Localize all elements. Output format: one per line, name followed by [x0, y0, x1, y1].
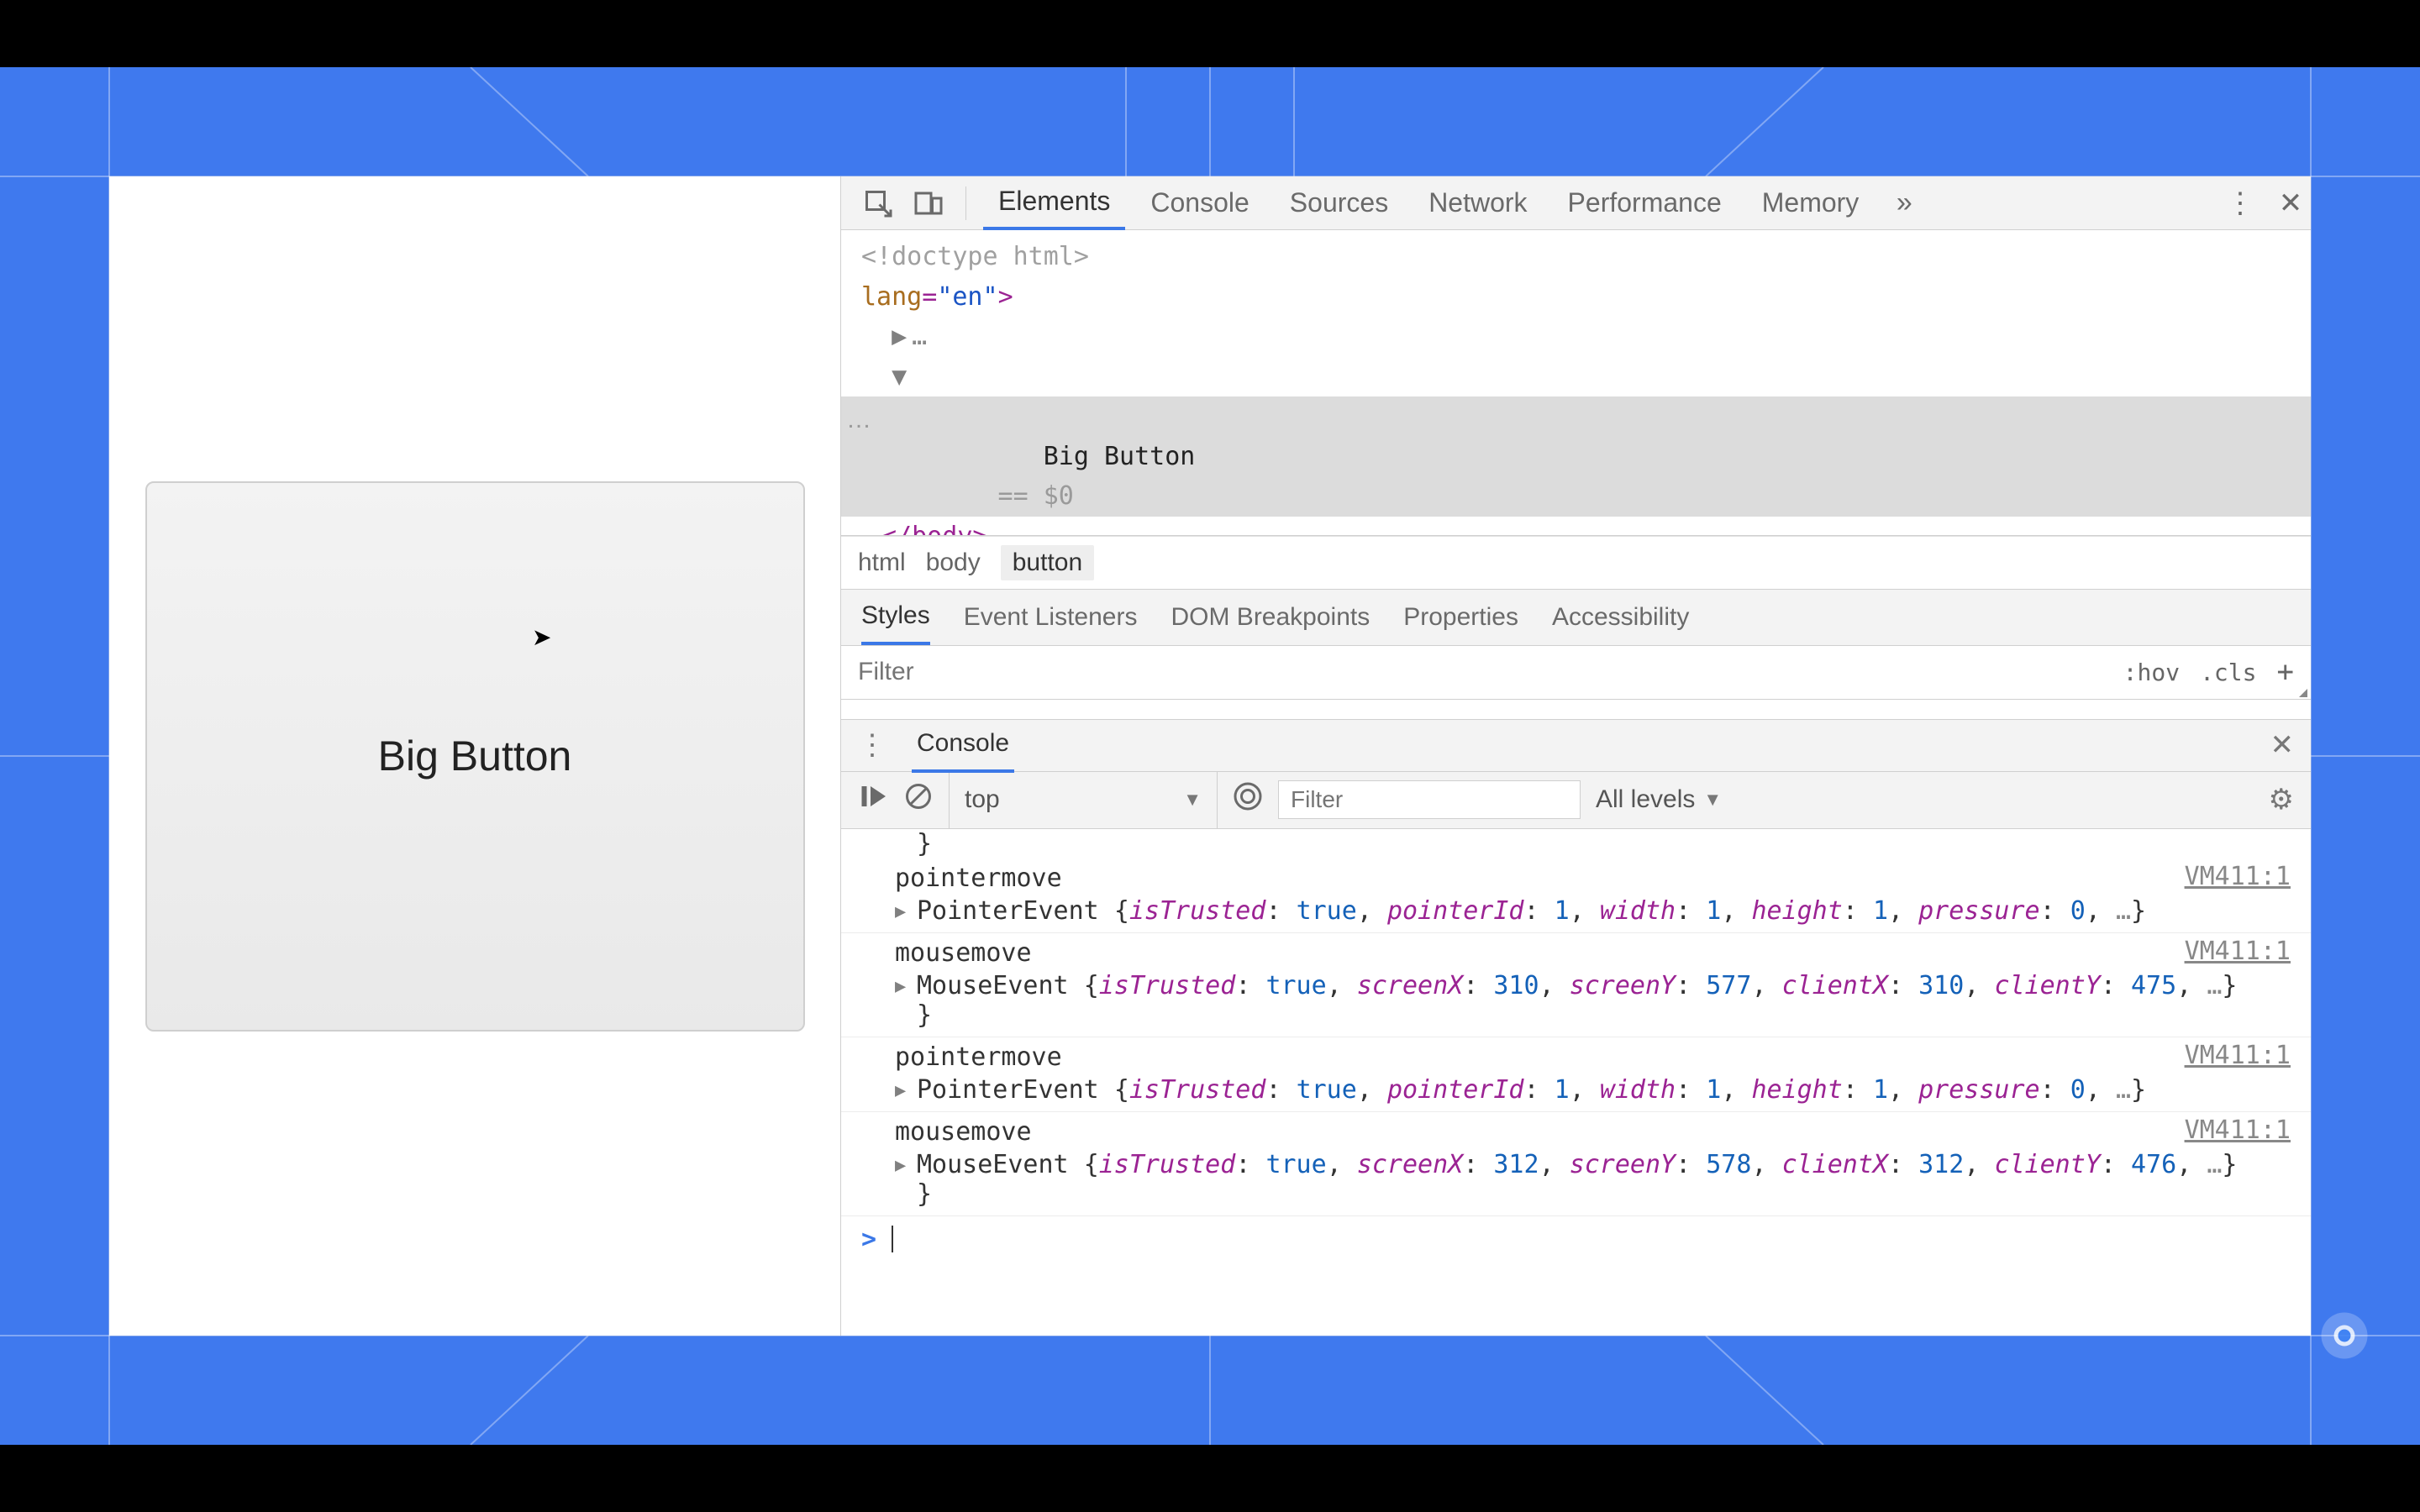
- styles-filter-row: :hov .cls +: [841, 646, 2311, 700]
- log-event-name: pointermove: [895, 1039, 2294, 1075]
- log-trailing-brace: }: [841, 829, 2311, 858]
- tab-console[interactable]: Console: [1135, 177, 1264, 228]
- drawer-tab-console[interactable]: Console: [912, 717, 1014, 773]
- drawer-kebab-icon[interactable]: ⋮: [858, 728, 886, 762]
- subtab-properties[interactable]: Properties: [1403, 603, 1518, 643]
- log-source-link[interactable]: VM411:1: [2185, 937, 2291, 966]
- log-levels-label: All levels: [1596, 785, 1695, 814]
- log-entry: pointermove VM411:1 ▶ PointerEvent {isTru…: [841, 858, 2311, 933]
- cls-toggle[interactable]: .cls: [2200, 659, 2256, 686]
- big-button-label: Big Button: [378, 732, 572, 780]
- subtab-dom-breakpoints[interactable]: DOM Breakpoints: [1171, 603, 1370, 643]
- log-source-link[interactable]: VM411:1: [2185, 862, 2291, 891]
- kebab-menu-icon[interactable]: ⋮: [2220, 183, 2260, 223]
- tab-network[interactable]: Network: [1413, 177, 1542, 228]
- text-caret: [892, 1226, 893, 1252]
- tab-elements[interactable]: Elements: [983, 176, 1125, 230]
- more-tabs-icon[interactable]: »: [1884, 183, 1924, 223]
- dom-html-open: lang="en">: [861, 282, 1013, 312]
- drawer-close-icon[interactable]: ✕: [2270, 728, 2295, 762]
- crumb-button[interactable]: button: [1001, 545, 1094, 580]
- chrome-logo-icon: [2319, 1310, 2370, 1361]
- log-class: PointerEvent: [917, 896, 1099, 926]
- styles-filter-input[interactable]: [858, 658, 1863, 686]
- hov-toggle[interactable]: :hov: [2123, 659, 2180, 686]
- dom-doctype: <!doctype html>: [861, 242, 1089, 271]
- live-expression-icon[interactable]: [1233, 781, 1263, 818]
- log-event-name: mousemove: [895, 1114, 2294, 1150]
- log-class: MouseEvent: [917, 1150, 1069, 1179]
- context-value: top: [965, 785, 1000, 814]
- device-toolbar-icon[interactable]: [908, 183, 949, 223]
- dom-eq0: == $0: [983, 481, 1074, 511]
- chevron-down-icon: ▼: [1703, 789, 1722, 811]
- big-button[interactable]: Big Button: [145, 481, 805, 1032]
- log-props: {isTrusted: true, pointerId: 1, width: 1…: [1114, 896, 2146, 926]
- devtools-tabstrip: Elements Console Sources Network Perform…: [841, 176, 2311, 230]
- inspect-element-icon[interactable]: [858, 183, 898, 223]
- tab-memory[interactable]: Memory: [1747, 177, 1875, 228]
- log-entry: pointermove VM411:1 ▶ PointerEvent {isTru…: [841, 1037, 2311, 1112]
- disclosure-triangle-icon[interactable]: ▶: [895, 1080, 906, 1101]
- tab-performance[interactable]: Performance: [1553, 177, 1737, 228]
- disclosure-triangle-icon[interactable]: ▶: [895, 1155, 906, 1176]
- devtools-window: Big Button ➤ Elements Console Sources Ne…: [109, 176, 2311, 1336]
- subtab-accessibility[interactable]: Accessibility: [1552, 603, 1689, 643]
- page-viewport: Big Button ➤: [109, 176, 840, 1336]
- console-settings-icon[interactable]: ⚙: [2269, 783, 2294, 816]
- devtools-panel: Elements Console Sources Network Perform…: [840, 176, 2311, 1336]
- log-levels-selector[interactable]: All levels ▼: [1596, 785, 1722, 814]
- log-entry: mousemove VM411:1 ▶ MouseEvent {isTrusted…: [841, 933, 2311, 1037]
- subtab-event-listeners[interactable]: Event Listeners: [964, 603, 1138, 643]
- log-source-link[interactable]: VM411:1: [2185, 1116, 2291, 1145]
- crumb-body[interactable]: body: [926, 549, 981, 577]
- context-selector[interactable]: top ▼: [949, 772, 1218, 828]
- log-event-name: mousemove: [895, 935, 2294, 971]
- console-log[interactable]: } pointermove VM411:1 ▶ PointerEvent {isT…: [841, 829, 2311, 1336]
- dom-head: …: [912, 322, 927, 351]
- new-style-rule-icon[interactable]: +: [2277, 655, 2294, 689]
- execution-step-icon[interactable]: [858, 781, 888, 818]
- log-entry: mousemove VM411:1 ▶ MouseEvent {isTrusted…: [841, 1112, 2311, 1216]
- disclosure-triangle-icon[interactable]: ▶: [895, 901, 906, 922]
- resize-corner-icon[interactable]: [2299, 689, 2307, 697]
- log-class: MouseEvent: [917, 971, 1069, 1000]
- styles-body: [841, 700, 2311, 720]
- clear-console-icon[interactable]: [903, 781, 934, 818]
- crumb-html[interactable]: html: [858, 549, 906, 577]
- subtab-styles[interactable]: Styles: [861, 601, 930, 645]
- log-class: PointerEvent: [917, 1075, 1099, 1105]
- log-source-link[interactable]: VM411:1: [2185, 1041, 2291, 1070]
- log-props: {isTrusted: true, screenX: 310, screenY:…: [1084, 971, 2238, 1000]
- disclosure-triangle-icon[interactable]: ▶: [895, 976, 906, 997]
- elements-dom-tree[interactable]: <!doctype html> lang="en"> ▶… ▼ … Big Bu…: [841, 230, 2311, 536]
- slide-background: Big Button ➤ Elements Console Sources Ne…: [0, 67, 2420, 1445]
- console-prompt[interactable]: >: [841, 1216, 2311, 1263]
- drawer-header: ⋮ Console ✕: [841, 720, 2311, 772]
- dom-selected-node[interactable]: … Big Button == $0: [841, 396, 2311, 517]
- log-props: {isTrusted: true, screenX: 312, screenY:…: [1084, 1150, 2238, 1179]
- log-event-name: pointermove: [895, 860, 2294, 896]
- prompt-chevron-icon: >: [861, 1225, 876, 1254]
- dom-body-close: </body>: [841, 517, 2311, 535]
- elements-breadcrumb: html body button: [841, 536, 2311, 590]
- chevron-down-icon: ▼: [1183, 789, 1202, 811]
- tab-sources[interactable]: Sources: [1275, 177, 1403, 228]
- console-filter-input[interactable]: [1278, 780, 1581, 819]
- console-toolbar: top ▼ All levels ▼ ⚙: [841, 772, 2311, 829]
- log-props: {isTrusted: true, pointerId: 1, width: 1…: [1114, 1075, 2146, 1105]
- dom-button-text: Big Button: [1044, 442, 1196, 471]
- sidebar-tabstrip: Styles Event Listeners DOM Breakpoints P…: [841, 590, 2311, 646]
- close-devtools-icon[interactable]: ✕: [2270, 183, 2311, 223]
